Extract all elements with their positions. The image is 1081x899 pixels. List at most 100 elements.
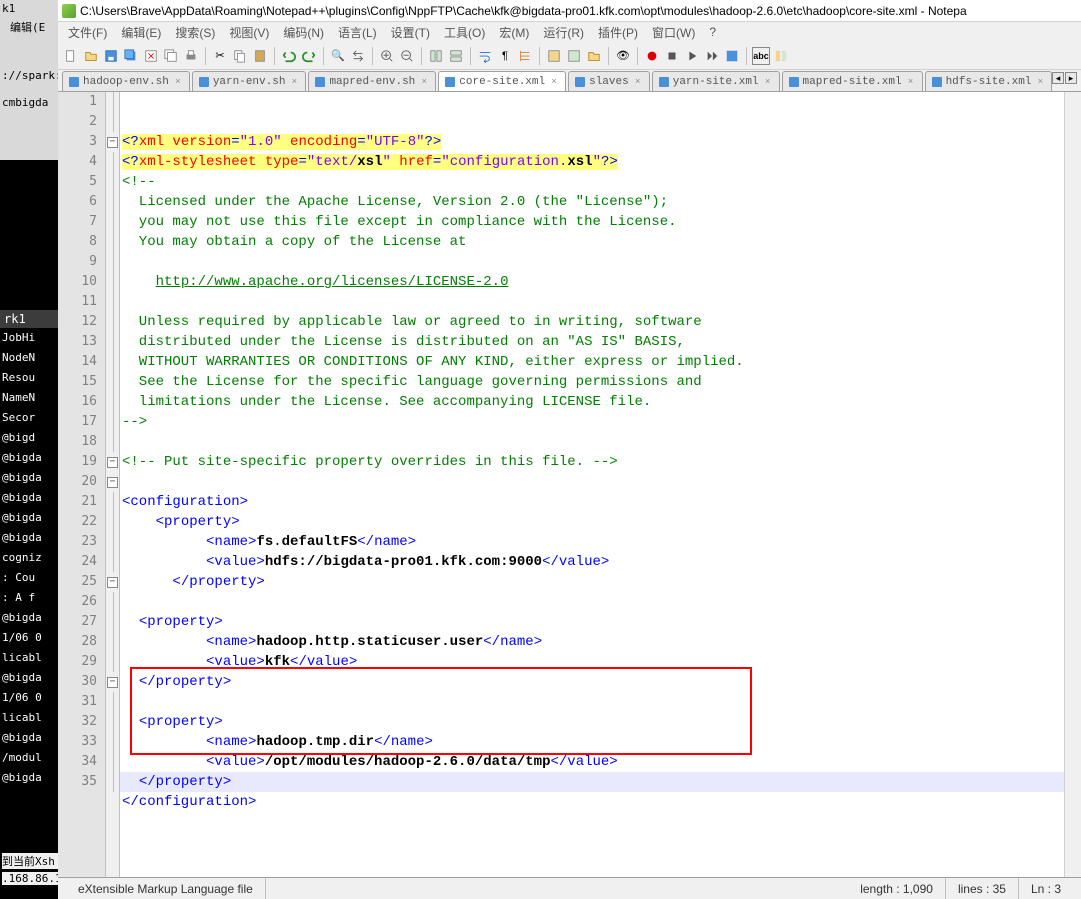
status-bar: eXtensible Markup Language file length :… xyxy=(58,877,1081,899)
status-filetype: eXtensible Markup Language file xyxy=(66,878,266,899)
bg-tab-active: rk1 xyxy=(0,310,58,328)
stop-icon[interactable] xyxy=(663,47,681,65)
wrap-icon[interactable] xyxy=(476,47,494,65)
menu-item[interactable]: 工具(O) xyxy=(438,22,491,43)
monitor-icon[interactable]: 👁 xyxy=(614,47,632,65)
bg-menu: 编辑(E xyxy=(0,17,58,37)
editor[interactable]: 1234567891011121314151617181920212223242… xyxy=(58,92,1081,877)
file-icon xyxy=(69,77,79,87)
line-number-gutter: 1234567891011121314151617181920212223242… xyxy=(58,92,106,877)
file-tab[interactable]: yarn-site.xml × xyxy=(652,71,780,91)
notepad-window: C:\Users\Brave\AppData\Roaming\Notepad++… xyxy=(58,0,1081,899)
folder-icon[interactable] xyxy=(585,47,603,65)
lang-icon[interactable] xyxy=(545,47,563,65)
file-tab[interactable]: hdfs-site.xml× xyxy=(925,71,1053,91)
menu-item[interactable]: 设置(T) xyxy=(385,22,436,43)
fold-column[interactable] xyxy=(106,92,120,877)
menu-item[interactable]: 搜索(S) xyxy=(169,22,221,43)
menu-item[interactable]: 宏(M) xyxy=(493,22,535,43)
bg-url: ://spark: xyxy=(0,67,58,84)
bg-note: 到当前Xsh xyxy=(2,853,58,869)
file-tab[interactable]: yarn-env.sh× xyxy=(192,71,307,91)
tab-close-icon[interactable]: × xyxy=(289,77,299,87)
record-icon[interactable] xyxy=(643,47,661,65)
bg-ip: .168.86.15 xyxy=(2,872,58,885)
find-icon[interactable]: 🔍 xyxy=(329,47,347,65)
tab-close-icon[interactable]: × xyxy=(633,77,643,87)
save-icon[interactable] xyxy=(102,47,120,65)
undo-icon[interactable] xyxy=(280,47,298,65)
tab-label: hadoop-env.sh xyxy=(83,76,169,88)
tab-close-icon[interactable]: × xyxy=(419,77,429,87)
tab-strip[interactable]: hadoop-env.sh×yarn-env.sh×mapred-env.sh×… xyxy=(58,70,1081,92)
tab-label: mapred-site.xml xyxy=(803,76,902,88)
file-icon xyxy=(789,77,799,87)
tab-close-icon[interactable]: × xyxy=(1035,77,1045,87)
tab-close-icon[interactable]: × xyxy=(549,77,559,87)
menu-item[interactable]: 文件(F) xyxy=(62,22,113,43)
sync-v-icon[interactable] xyxy=(427,47,445,65)
play-icon[interactable] xyxy=(683,47,701,65)
menu-item[interactable]: 插件(P) xyxy=(592,22,644,43)
func-list-icon[interactable] xyxy=(565,47,583,65)
new-file-icon[interactable] xyxy=(62,47,80,65)
spellcheck-icon[interactable]: abc xyxy=(752,47,770,65)
code-content[interactable]: <?xml version="1.0" encoding="UTF-8"?><?… xyxy=(120,92,1064,877)
paste-icon[interactable] xyxy=(251,47,269,65)
file-tab[interactable]: hadoop-env.sh × xyxy=(62,71,190,91)
menu-item[interactable]: ? xyxy=(703,23,722,41)
file-icon xyxy=(575,77,585,87)
toolbar[interactable]: ✂ 🔍 ¶ 👁 abc xyxy=(58,42,1081,70)
menu-item[interactable]: 编辑(E) xyxy=(115,22,167,43)
replace-icon[interactable] xyxy=(349,47,367,65)
zoom-out-icon[interactable] xyxy=(398,47,416,65)
tab-close-icon[interactable]: × xyxy=(906,77,916,87)
file-icon xyxy=(315,77,325,87)
menu-item[interactable]: 语言(L) xyxy=(332,22,383,43)
copy-icon[interactable] xyxy=(231,47,249,65)
show-all-icon[interactable]: ¶ xyxy=(496,47,514,65)
tab-label: hdfs-site.xml xyxy=(946,76,1032,88)
status-lines: lines : 35 xyxy=(946,878,1019,899)
menu-item[interactable]: 运行(R) xyxy=(537,22,590,43)
close-all-icon[interactable] xyxy=(162,47,180,65)
file-icon xyxy=(445,77,455,87)
play-multi-icon[interactable] xyxy=(703,47,721,65)
file-tab[interactable]: mapred-env.sh × xyxy=(308,71,436,91)
tab-nav[interactable]: ◂ ▸ xyxy=(1052,72,1077,84)
sync-h-icon[interactable] xyxy=(447,47,465,65)
tab-label: mapred-env.sh xyxy=(329,76,415,88)
title-bar: C:\Users\Brave\AppData\Roaming\Notepad++… xyxy=(58,0,1081,22)
tab-close-icon[interactable]: × xyxy=(763,77,773,87)
menu-item[interactable]: 编码(N) xyxy=(277,22,330,43)
bg-text: cmbigda xyxy=(0,94,58,111)
file-tab[interactable]: mapred-site.xml × xyxy=(782,71,923,91)
tab-label: yarn-site.xml xyxy=(673,76,759,88)
file-tab[interactable]: slaves× xyxy=(568,71,650,91)
bg-tab: k1 xyxy=(0,0,58,17)
file-icon xyxy=(932,77,942,87)
redo-icon[interactable] xyxy=(300,47,318,65)
zoom-in-icon[interactable] xyxy=(378,47,396,65)
tab-label: core-site.xml xyxy=(459,76,545,88)
save-all-icon[interactable] xyxy=(122,47,140,65)
cut-icon[interactable]: ✂ xyxy=(211,47,229,65)
menu-bar[interactable]: 文件(F)编辑(E)搜索(S)视图(V)编码(N)语言(L)设置(T)工具(O)… xyxy=(58,22,1081,42)
close-icon[interactable] xyxy=(142,47,160,65)
menu-item[interactable]: 窗口(W) xyxy=(646,22,701,43)
save-macro-icon[interactable] xyxy=(723,47,741,65)
vertical-scrollbar[interactable] xyxy=(1064,92,1081,877)
menu-item[interactable]: 视图(V) xyxy=(223,22,275,43)
tab-close-icon[interactable]: × xyxy=(173,77,183,87)
doc-map-icon[interactable] xyxy=(772,47,790,65)
print-icon[interactable] xyxy=(182,47,200,65)
indent-guide-icon[interactable] xyxy=(516,47,534,65)
status-ln: Ln : 3 xyxy=(1019,878,1073,899)
tab-label: yarn-env.sh xyxy=(213,76,286,88)
app-icon xyxy=(62,4,76,18)
tab-prev-icon[interactable]: ◂ xyxy=(1052,72,1064,84)
open-file-icon[interactable] xyxy=(82,47,100,65)
file-tab[interactable]: core-site.xml × xyxy=(438,71,566,91)
tab-next-icon[interactable]: ▸ xyxy=(1065,72,1077,84)
file-icon xyxy=(659,77,669,87)
